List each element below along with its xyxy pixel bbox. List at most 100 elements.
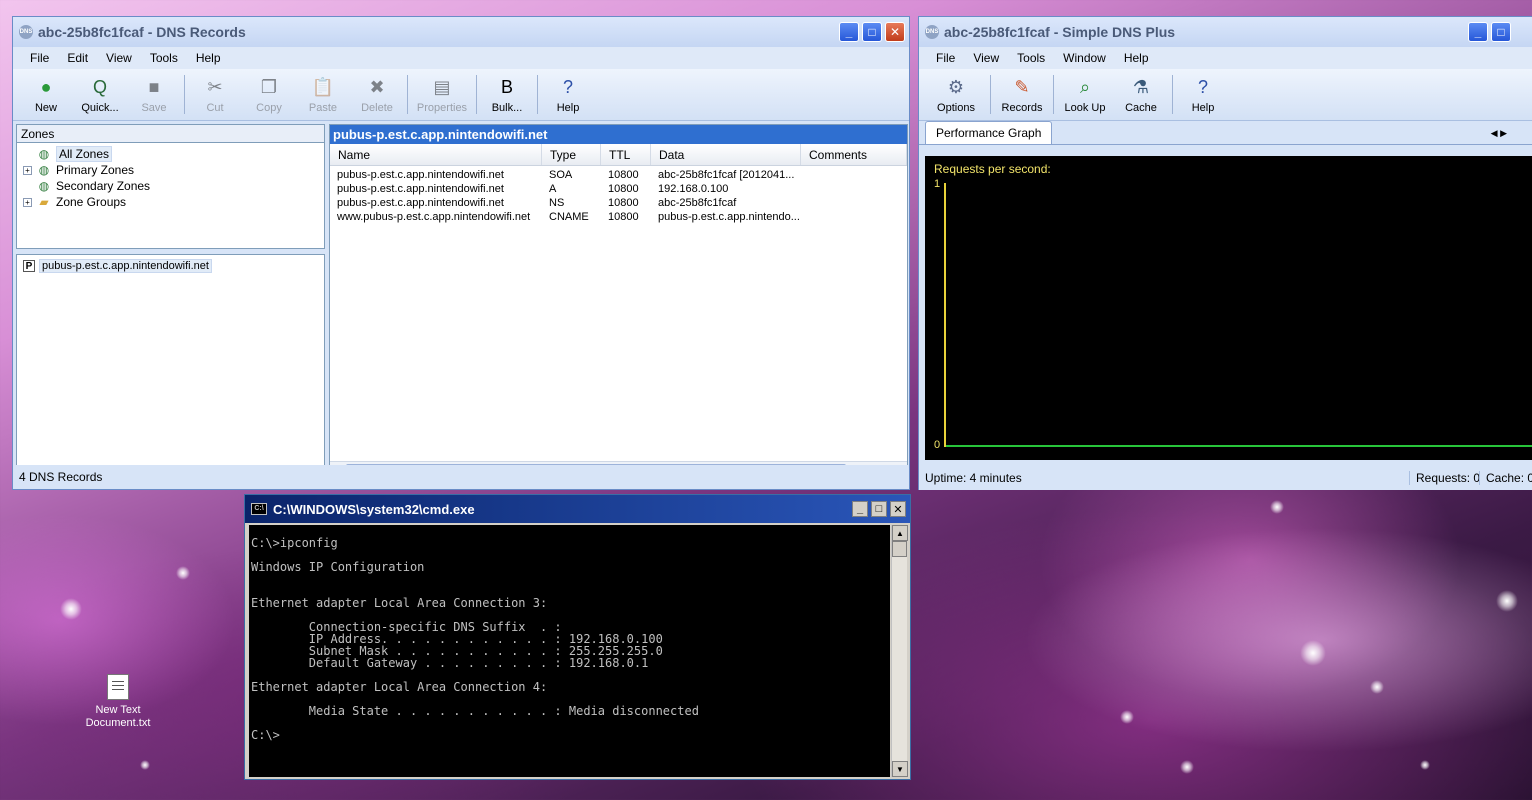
- menu-tools[interactable]: Tools: [1008, 49, 1054, 67]
- console-line: C:\>ipconfig: [251, 536, 338, 550]
- column-type[interactable]: Type: [542, 144, 601, 165]
- records-zone-header: pubus-p.est.c.app.nintendowifi.net: [330, 125, 907, 144]
- records-button[interactable]: ✎ Records: [994, 69, 1050, 120]
- title-bar[interactable]: C:\ C:\WINDOWS\system32\cmd.exe _ □ ✕: [245, 495, 910, 523]
- close-button[interactable]: ✕: [885, 22, 905, 42]
- delete-button[interactable]: ✖ Delete: [350, 69, 404, 120]
- console-output[interactable]: C:\>ipconfig Windows IP Configuration Et…: [249, 525, 890, 777]
- maximize-button[interactable]: □: [871, 501, 887, 517]
- wallpaper-sparkle: [1370, 680, 1384, 694]
- delete-x-icon: ✖: [369, 76, 385, 97]
- magnifier-icon: ⌕: [1079, 76, 1091, 97]
- wallpaper-sparkle: [176, 566, 190, 580]
- menu-file[interactable]: File: [21, 49, 58, 67]
- command-prompt-window: C:\ C:\WINDOWS\system32\cmd.exe _ □ ✕ C:…: [244, 494, 911, 780]
- menu-tools[interactable]: Tools: [141, 49, 187, 67]
- title-bar[interactable]: DNS abc-25b8fc1fcaf - Simple DNS Plus _ …: [919, 17, 1532, 47]
- cut-button[interactable]: ✂ Cut: [188, 69, 242, 120]
- menu-file[interactable]: File: [927, 49, 964, 67]
- maximize-button[interactable]: □: [1491, 22, 1511, 42]
- help-button[interactable]: ? Help: [1176, 69, 1230, 120]
- cache-status: Cache: 0: [1479, 471, 1532, 485]
- console-line: Ethernet adapter Local Area Connection 3…: [251, 596, 548, 610]
- copy-button[interactable]: ❐ Copy: [242, 69, 296, 120]
- tab-scroll-left-icon[interactable]: ◀ ▶: [1491, 128, 1507, 139]
- table-row[interactable]: pubus-p.est.c.app.nintendowifi.net A 108…: [330, 183, 907, 197]
- minimize-button[interactable]: _: [839, 22, 859, 42]
- tab-strip: Performance Graph ◀ ▶: [919, 121, 1532, 145]
- column-name[interactable]: Name: [330, 144, 542, 165]
- window-title: abc-25b8fc1fcaf - Simple DNS Plus: [944, 24, 1176, 40]
- globe-icon: ◍: [38, 147, 50, 161]
- vertical-scrollbar[interactable]: ▲ ▼: [891, 525, 908, 777]
- console-line: C:\>: [251, 728, 280, 742]
- console-icon: C:\: [251, 503, 267, 515]
- expand-icon[interactable]: +: [23, 165, 32, 175]
- new-record-icon: ●: [40, 76, 52, 97]
- paste-button[interactable]: 📋 Paste: [296, 69, 350, 120]
- tree-item-zone-groups[interactable]: + ▰ Zone Groups: [17, 194, 324, 210]
- scroll-up-icon[interactable]: ▲: [892, 525, 908, 541]
- save-icon: ■: [148, 76, 160, 97]
- menu-bar: File View Tools Window Help: [919, 47, 1532, 69]
- cache-button[interactable]: ⚗ Cache: [1113, 69, 1169, 120]
- graph-label: Requests per second:: [934, 162, 1051, 176]
- column-data[interactable]: Data: [651, 144, 801, 165]
- zones-header: Zones: [17, 125, 324, 143]
- menu-view[interactable]: View: [97, 49, 141, 67]
- console-line: Media State . . . . . . . . . . . : Medi…: [251, 704, 699, 718]
- properties-button[interactable]: ▤ Properties: [411, 69, 473, 120]
- toolbar-separator: [537, 75, 538, 114]
- minimize-button[interactable]: _: [852, 501, 868, 517]
- bulk-button[interactable]: B Bulk...: [480, 69, 534, 120]
- menu-edit[interactable]: Edit: [58, 49, 97, 67]
- lookup-button[interactable]: ⌕ Look Up: [1057, 69, 1113, 120]
- graph-y-axis: [944, 183, 946, 447]
- tree-item-secondary-zones[interactable]: ◍ Secondary Zones: [17, 178, 324, 194]
- console-line: Ethernet adapter Local Area Connection 4…: [251, 680, 548, 694]
- records-pane: pubus-p.est.c.app.nintendowifi.net Name …: [329, 124, 908, 478]
- column-comments[interactable]: Comments: [801, 144, 907, 165]
- paste-icon: 📋: [311, 76, 335, 97]
- menu-view[interactable]: View: [964, 49, 1008, 67]
- status-bar: 4 DNS Records: [13, 465, 909, 489]
- new-button[interactable]: ● New: [19, 69, 73, 120]
- graph-ymax: 1: [934, 178, 941, 190]
- tab-performance-graph[interactable]: Performance Graph: [925, 121, 1053, 144]
- expand-icon[interactable]: +: [23, 197, 32, 207]
- window-title: C:\WINDOWS\system32\cmd.exe: [273, 501, 475, 517]
- bulk-icon: B: [500, 76, 513, 97]
- minimize-button[interactable]: _: [1468, 22, 1488, 42]
- wallpaper-sparkle: [1180, 760, 1194, 774]
- tree-item-all-zones[interactable]: ◍ All Zones: [17, 146, 324, 162]
- close-button[interactable]: ✕: [890, 501, 906, 517]
- toolbar: ● New Q Quick... ■ Save ✂ Cut ❐ Copy 📋 P…: [13, 69, 909, 121]
- menu-help[interactable]: Help: [1115, 49, 1158, 67]
- dns-app-icon: DNS: [925, 25, 939, 39]
- help-button[interactable]: ? Help: [541, 69, 595, 120]
- menu-window[interactable]: Window: [1054, 49, 1115, 67]
- simple-dns-plus-window: DNS abc-25b8fc1fcaf - Simple DNS Plus _ …: [918, 16, 1532, 490]
- text-file-icon: [107, 674, 129, 700]
- table-row[interactable]: pubus-p.est.c.app.nintendowifi.net NS 10…: [330, 197, 907, 211]
- maximize-button[interactable]: □: [862, 22, 882, 42]
- scroll-down-icon[interactable]: ▼: [892, 761, 908, 777]
- tree-item-primary-zones[interactable]: + ◍ Primary Zones: [17, 162, 324, 178]
- zones-pane: Zones ◍ All Zones + ◍ Primary Zones ◍ Se…: [16, 124, 325, 249]
- column-ttl[interactable]: TTL: [601, 144, 651, 165]
- table-row[interactable]: www.pubus-p.est.c.app.nintendowifi.net C…: [330, 211, 907, 225]
- table-row[interactable]: pubus-p.est.c.app.nintendowifi.net SOA 1…: [330, 169, 907, 183]
- desktop-icon-text-document[interactable]: New Text Document.txt: [78, 674, 158, 730]
- quick-button[interactable]: Q Quick...: [73, 69, 127, 120]
- records-icon: ✎: [1014, 76, 1030, 97]
- status-bar: Uptime: 4 minutes Requests: 0 Cache: 0: [919, 466, 1532, 490]
- save-button[interactable]: ■ Save: [127, 69, 181, 120]
- desktop-icon-label: New Text Document.txt: [85, 704, 151, 729]
- scissors-icon: ✂: [207, 76, 223, 97]
- scroll-thumb[interactable]: [892, 541, 907, 557]
- cache-icon: ⚗: [1132, 76, 1150, 97]
- zone-list-item[interactable]: P pubus-p.est.c.app.nintendowifi.net: [17, 258, 324, 274]
- options-button[interactable]: ⚙ Options: [925, 69, 987, 120]
- title-bar[interactable]: DNS abc-25b8fc1fcaf - DNS Records _ □ ✕: [13, 17, 909, 47]
- menu-help[interactable]: Help: [187, 49, 230, 67]
